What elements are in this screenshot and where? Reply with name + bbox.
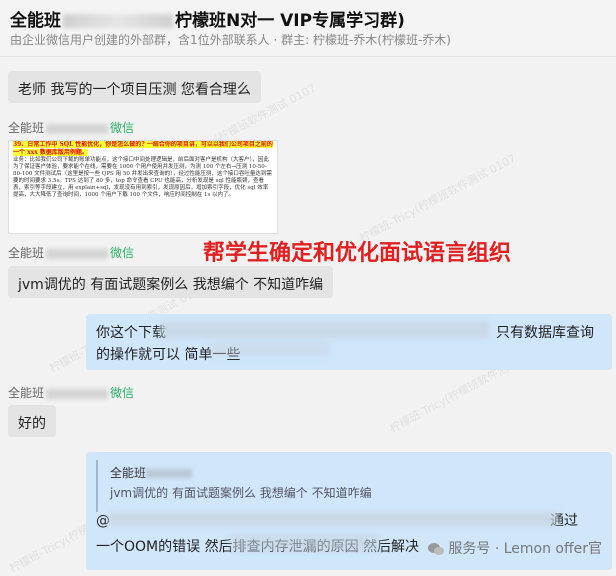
redaction-blur [230, 534, 380, 552]
group-title[interactable]: 全能班 柠檬班N对一 VIP专属学习群) [10, 6, 405, 31]
annotation-overlay: 帮学生确定和优化面试语言组织 [203, 241, 512, 266]
group-subtitle: 由企业微信用户创建的外部群，含1位外部联系人 · 群主: 柠檬班-乔木(柠檬班-… [10, 33, 451, 47]
quoted-text: jvm调优的 有面试题案例么 我想编个 不知道咋编 [110, 486, 372, 500]
document-image[interactable]: 39、日常工作中 SQL 性能优化，你是怎么做的? 一结合你的项目讲，可以以我们… [8, 140, 278, 234]
chat-header: 全能班 柠檬班N对一 VIP专属学习群) 由企业微信用户创建的外部群，含1位外部联… [0, 0, 616, 57]
message-bubble[interactable]: 老师 我写的一个项目压测 您看合理么 [8, 71, 261, 103]
message-bubble[interactable]: 好的 [8, 405, 56, 437]
doc-body: 业务：比如我们公司下载的账单功能点，这个接口中间处理逻辑是，前后面对客户是机构（… [13, 157, 272, 198]
sender-name: 全能班 微信 [8, 246, 135, 260]
quoted-message: 全能班 jvm调优的 有面试题案例么 我想编个 不知道咋编 [96, 460, 592, 512]
doc-heading: 39、日常工作中 SQL 性能优化，你是怎么做的? 一结合你的项目讲，可以以我们… [13, 141, 273, 156]
sender-name: 全能班 微信 [8, 121, 135, 135]
redacted-name [63, 14, 173, 28]
background-watermark: 柠檬班-Tricy(柠檬班软件测试 0107 [357, 151, 519, 246]
redaction-blur [108, 512, 558, 526]
wechat-icon [428, 543, 445, 555]
service-watermark: 服务号 · Lemon offer官 [428, 538, 602, 558]
quoted-sender: 全能班 [110, 464, 193, 481]
message-bubble[interactable]: jvm调优的 有面试题案例么 我想编个 不知道咋编 [8, 266, 334, 298]
redaction-blur [160, 322, 490, 338]
sender-name: 全能班 微信 [8, 386, 135, 400]
redaction-blur [210, 342, 330, 356]
